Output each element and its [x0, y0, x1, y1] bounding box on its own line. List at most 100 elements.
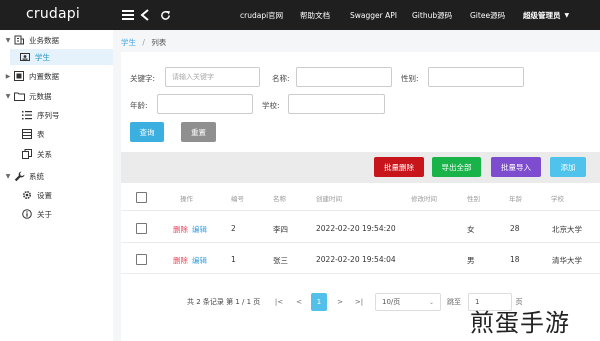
user-menu[interactable]: 超级管理员 ▼: [523, 0, 569, 30]
sidebar-item-label: 表: [37, 129, 45, 139]
prev-page-button[interactable]: <: [292, 293, 306, 311]
name-input[interactable]: [296, 67, 392, 87]
sidebar-item-business-data[interactable]: ▼ 业务数据: [4, 32, 113, 48]
keyword-placeholder: 请输入关键字: [172, 73, 214, 81]
jump-label: 跳至: [447, 298, 461, 306]
sidebar-item-label: 关系: [37, 149, 52, 159]
list-icon: [20, 109, 34, 121]
cell-age: 28: [510, 224, 520, 233]
sidebar-item-settings[interactable]: 设置: [20, 187, 113, 203]
back-icon[interactable]: [138, 8, 152, 22]
pagination-summary: 共 2 条记录 第 1 / 1 页: [187, 298, 261, 306]
sidebar-item-label: 学生: [35, 52, 50, 62]
sidebar-item-student[interactable]: 学生: [10, 49, 113, 65]
sidebar-item-about[interactable]: 关于: [20, 206, 113, 222]
query-button[interactable]: 查询: [130, 122, 164, 142]
nav-help-docs[interactable]: 帮助文档: [300, 0, 330, 30]
sidebar-item-system[interactable]: ▼ 系统: [4, 168, 113, 184]
age-input[interactable]: [157, 94, 253, 114]
cell-gender: 男: [467, 256, 475, 265]
column-header-school[interactable]: 学校: [551, 193, 564, 203]
sidebar-item-label: 内置数据: [29, 71, 59, 81]
sidebar-item-sequence[interactable]: 序列号: [20, 107, 113, 123]
folder-icon: [12, 90, 26, 102]
delete-link[interactable]: 删除: [173, 256, 188, 265]
row-divider: [121, 210, 600, 211]
row-divider: [121, 242, 600, 243]
breadcrumb-current: 列表: [151, 38, 167, 47]
nav-swagger-api[interactable]: Swagger API: [350, 0, 397, 30]
cell-name: 张三: [273, 256, 288, 265]
expand-arrow-icon: ▶: [5, 72, 11, 80]
batch-import-button[interactable]: 批量导入: [491, 157, 541, 177]
row-actions: 删除 编辑: [173, 224, 207, 235]
page-size-select[interactable]: 10/页 ⌄: [375, 293, 441, 311]
table-icon: [20, 128, 34, 140]
edit-link[interactable]: 编辑: [192, 225, 207, 234]
export-all-button[interactable]: 导出全部: [432, 157, 481, 177]
wrench-icon: [12, 170, 26, 182]
row-actions: 删除 编辑: [173, 255, 207, 266]
first-page-button[interactable]: |<: [272, 293, 286, 311]
app-logo[interactable]: crudapi: [26, 6, 80, 22]
add-button[interactable]: 添加: [550, 157, 586, 177]
cell-school: 北京大学: [552, 225, 582, 234]
age-label: 年龄:: [130, 101, 148, 110]
copy-icon: [20, 148, 34, 160]
row-checkbox[interactable]: [136, 254, 147, 265]
nav-github-source[interactable]: Github源码: [412, 0, 452, 30]
expand-arrow-icon: ▼: [5, 92, 11, 100]
sidebar-item-label: 系统: [29, 171, 44, 181]
edit-link[interactable]: 编辑: [192, 256, 207, 265]
expand-arrow-icon: ▼: [5, 36, 11, 44]
column-header-id[interactable]: 编号: [231, 193, 244, 203]
expand-arrow-icon: ▼: [5, 172, 11, 180]
breadcrumb: 学生 / 列表: [121, 37, 166, 48]
page-button-current[interactable]: 1: [311, 293, 327, 311]
reset-button[interactable]: 重置: [181, 122, 216, 142]
keyword-label: 关键字:: [130, 74, 156, 83]
sidebar-item-label: 设置: [37, 190, 52, 200]
keyword-input[interactable]: 请输入关键字: [165, 67, 260, 87]
sidebar-item-table[interactable]: 表: [20, 126, 113, 142]
school-input[interactable]: [288, 94, 385, 114]
id-card-icon: [18, 51, 32, 63]
next-page-button[interactable]: >: [333, 293, 347, 311]
breadcrumb-parent[interactable]: 学生: [121, 38, 136, 47]
sidebar: ▼ 业务数据 学生 ▶ 内置数据 ▼ 元数据 序列号 表 关系 ▼ 系统 设置 …: [0, 30, 113, 341]
column-header-created[interactable]: 创建时间: [316, 193, 342, 203]
batch-delete-button[interactable]: 批量删除: [374, 157, 424, 177]
refresh-icon[interactable]: [158, 8, 172, 22]
cell-id: 1: [231, 255, 236, 264]
nav-crudapi-site[interactable]: crudapi官网: [240, 0, 283, 30]
last-page-button[interactable]: >|: [351, 293, 367, 311]
delete-link[interactable]: 删除: [173, 225, 188, 234]
sidebar-item-builtin-data[interactable]: ▶ 内置数据: [4, 68, 113, 84]
top-header: crudapi crudapi官网 帮助文档 Swagger API Githu…: [0, 0, 600, 30]
user-name: 超级管理员: [523, 10, 561, 20]
row-divider: [121, 273, 600, 274]
menu-icon[interactable]: [121, 8, 135, 22]
chevron-down-icon: ⌄: [428, 298, 434, 306]
column-header-actions: 操作: [180, 195, 193, 203]
column-header-updated[interactable]: 修改时间: [411, 193, 437, 203]
nav-gitee-source[interactable]: Gitee源码: [470, 0, 505, 30]
school-label: 学校:: [262, 101, 280, 110]
gender-input[interactable]: [428, 67, 524, 87]
cell-name: 李四: [273, 225, 288, 234]
sidebar-item-relation[interactable]: 关系: [20, 146, 113, 162]
building-icon: [12, 34, 26, 46]
row-checkbox[interactable]: [136, 223, 147, 234]
gear-icon: [20, 189, 34, 201]
sidebar-item-metadata[interactable]: ▼ 元数据: [4, 88, 113, 104]
column-header-age[interactable]: 年龄: [509, 193, 522, 203]
sidebar-item-label: 业务数据: [29, 35, 59, 45]
cell-created: 2022-02-20 19:54:20: [316, 224, 396, 233]
chevron-down-icon: ▼: [564, 11, 570, 19]
column-header-gender[interactable]: 性别: [467, 193, 480, 203]
info-icon: [20, 208, 34, 220]
select-all-checkbox[interactable]: [136, 192, 147, 203]
gender-label: 性别:: [401, 74, 419, 83]
page-size-value: 10/页: [382, 298, 401, 306]
column-header-name[interactable]: 名称: [273, 193, 286, 203]
